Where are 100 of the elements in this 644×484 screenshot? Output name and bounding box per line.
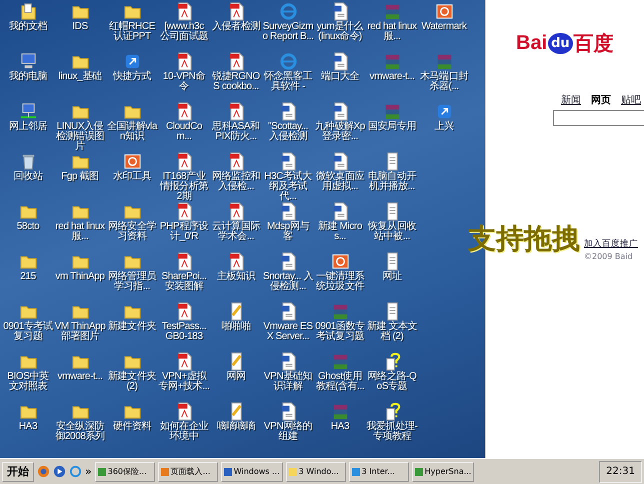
- icon-label: 新建 文本文档 (2): [366, 322, 418, 342]
- icon-label: 我的电脑: [8, 72, 48, 82]
- icon-label: 思科ASA和PIX防火...: [211, 122, 261, 142]
- promo-link[interactable]: 加入百度推广: [584, 238, 644, 250]
- logo-text: Bai: [516, 32, 548, 55]
- icon-label: vmware-t...: [369, 72, 415, 82]
- icon-label: 新建 Micros...: [316, 222, 364, 242]
- icon-label: VPN网络的组建: [262, 422, 314, 442]
- icon-label: H3C考试大纲及考试代...: [263, 172, 313, 202]
- icon-label: PHP程序设计_0'R: [158, 222, 210, 242]
- paw-logo: du: [548, 33, 573, 54]
- nav-tab[interactable]: 网页: [591, 93, 611, 107]
- clock: 22:31: [606, 466, 635, 477]
- icon-label: 木马端口封杀器(...: [418, 72, 469, 92]
- icon-label: IT168产业情报分析第2期: [158, 172, 209, 202]
- search-field[interactable]: [553, 110, 644, 126]
- nav-tab[interactable]: 新闻: [561, 93, 581, 107]
- icon-label: 网上邻居: [8, 122, 48, 132]
- taskbar-button[interactable]: Windows ...: [220, 462, 283, 482]
- icon-label: 入侵者检测: [212, 22, 260, 32]
- icon-label: 如何在企业环境中: [158, 422, 210, 442]
- taskbar-button[interactable]: 3 Windo...: [286, 462, 346, 482]
- icon-label: HA3: [18, 422, 38, 432]
- icon-label: "Scottay... 入侵检测: [266, 122, 310, 142]
- icon-label: LINUX入侵检测错误图片: [54, 122, 105, 152]
- icon-label: 我的文档: [8, 22, 48, 32]
- icon-label: 网络之路-QoS专题: [366, 372, 418, 392]
- icon-label: VPN基础知识详解: [262, 372, 314, 392]
- taskbar-button[interactable]: 3 Inter...: [348, 462, 409, 482]
- icon-label: 主板知识: [216, 272, 256, 282]
- icon-label: vm ThinApp: [55, 272, 105, 282]
- icon-label: BIOS中英文对照表: [6, 372, 50, 392]
- icon-label: HA3: [330, 422, 350, 432]
- nav-tab[interactable]: 贴吧: [621, 93, 641, 107]
- icon-label: 0901函数专考试复习题: [314, 322, 366, 342]
- icon-label: 全国讲解vlan知识: [106, 122, 158, 142]
- icon-label: 快捷方式: [112, 72, 152, 82]
- app-icon[interactable]: [434, 2, 454, 21]
- media-player-icon[interactable]: [53, 465, 66, 478]
- icon-label: 回收站: [14, 172, 42, 182]
- icon-label: red hat linux服...: [54, 222, 106, 242]
- icon-label: 新建文件夹: [108, 322, 156, 332]
- icon-label: CloudCom...: [164, 122, 204, 142]
- icon-label: 58cto: [16, 222, 40, 232]
- firefox-icon[interactable]: [37, 465, 50, 478]
- copyright-text: ©2009 Baid: [584, 252, 634, 261]
- icon-label: 网络管理员学习指...: [106, 272, 158, 292]
- icon-label: 网络安全学习资料: [106, 222, 157, 242]
- icon-label: 电脑自动开机并播放...: [366, 172, 418, 192]
- icon-label: 网址: [382, 272, 402, 282]
- icon-label: Snortay... 入侵检测...: [262, 272, 314, 292]
- icon-label: 端口大全: [320, 72, 360, 82]
- icon-label: yum是什么(linux命令): [316, 22, 364, 42]
- icon-label: SurveyGizmo Report B...: [262, 22, 314, 42]
- icon-label: vmware-t...: [57, 372, 103, 382]
- icon-label: Fgp 截图: [61, 172, 99, 182]
- icon-label: 网络监控和入侵检...: [210, 172, 261, 192]
- more-button[interactable]: »: [85, 465, 92, 478]
- icon-label: IDS: [72, 22, 88, 32]
- icon-label: VPN+虚拟专网+技术...: [158, 372, 210, 392]
- icon-label: 我爱抓处理-专项教程: [366, 422, 418, 442]
- icon-label: SharePoi... 安装图解: [160, 272, 208, 292]
- icon-label: 上兴: [434, 122, 454, 132]
- icon-label: 0901专考试复习题: [2, 322, 54, 342]
- documents-icon[interactable]: [18, 2, 38, 21]
- taskbar-button[interactable]: 页面载入...: [158, 462, 218, 482]
- app-icon[interactable]: [122, 152, 142, 171]
- icon-label: 微软桌面应用虚拟...: [314, 172, 365, 192]
- logo-text: 百度: [574, 32, 614, 57]
- icon-label: 国安局专用: [368, 122, 416, 132]
- icon-label: Vmware ESX Server...: [262, 322, 314, 342]
- icon-label: 硬件资料: [112, 422, 152, 432]
- icon-label: 啪啪啪: [222, 322, 250, 332]
- icon-label: Mdsp网与客: [266, 222, 310, 242]
- icon-label: 网网: [226, 372, 246, 382]
- icon-label: 安全纵深防御2008系列: [54, 422, 106, 442]
- app-icon[interactable]: [330, 252, 350, 271]
- taskbar-button[interactable]: 360保险...: [94, 462, 155, 482]
- icon-label: red hat linux服...: [366, 22, 418, 42]
- icon-label: 九种破解Xp登录密...: [314, 122, 366, 142]
- icon-label: 水印工具: [112, 172, 152, 182]
- start-button[interactable]: 开始: [2, 462, 34, 482]
- icon-label: 新建文件夹(2): [106, 372, 157, 392]
- icon-label: 10-VPN命令: [162, 72, 206, 92]
- icon-label: TestPass... GB0-183: [160, 322, 208, 342]
- icon-label: 215: [20, 272, 36, 282]
- icon-label: 锐捷RGNOS cookbo...: [211, 72, 261, 92]
- icon-label: 红帽RHCE认证PPT: [108, 22, 156, 42]
- icon-label: Watermark: [422, 22, 466, 32]
- icon-label: 怀念黑客工具软件 -: [262, 72, 313, 92]
- taskbar-button[interactable]: HyperSna...: [412, 462, 474, 482]
- icon-label: linux_基础: [58, 72, 102, 82]
- icon-label: 嘀嘀嘀嘀: [216, 422, 256, 432]
- icon-label: 一键清理系统垃圾文件: [314, 272, 366, 292]
- network-icon[interactable]: [18, 102, 38, 121]
- icon-label: 云计算国际学术会...: [210, 222, 262, 242]
- computer-icon[interactable]: [18, 52, 38, 71]
- icon-label: 恢复从回收站中被...: [366, 222, 417, 242]
- icon-label: VM ThinApp部署图片: [54, 322, 106, 342]
- icon-label: Ghost使用教程(含有...: [314, 372, 366, 392]
